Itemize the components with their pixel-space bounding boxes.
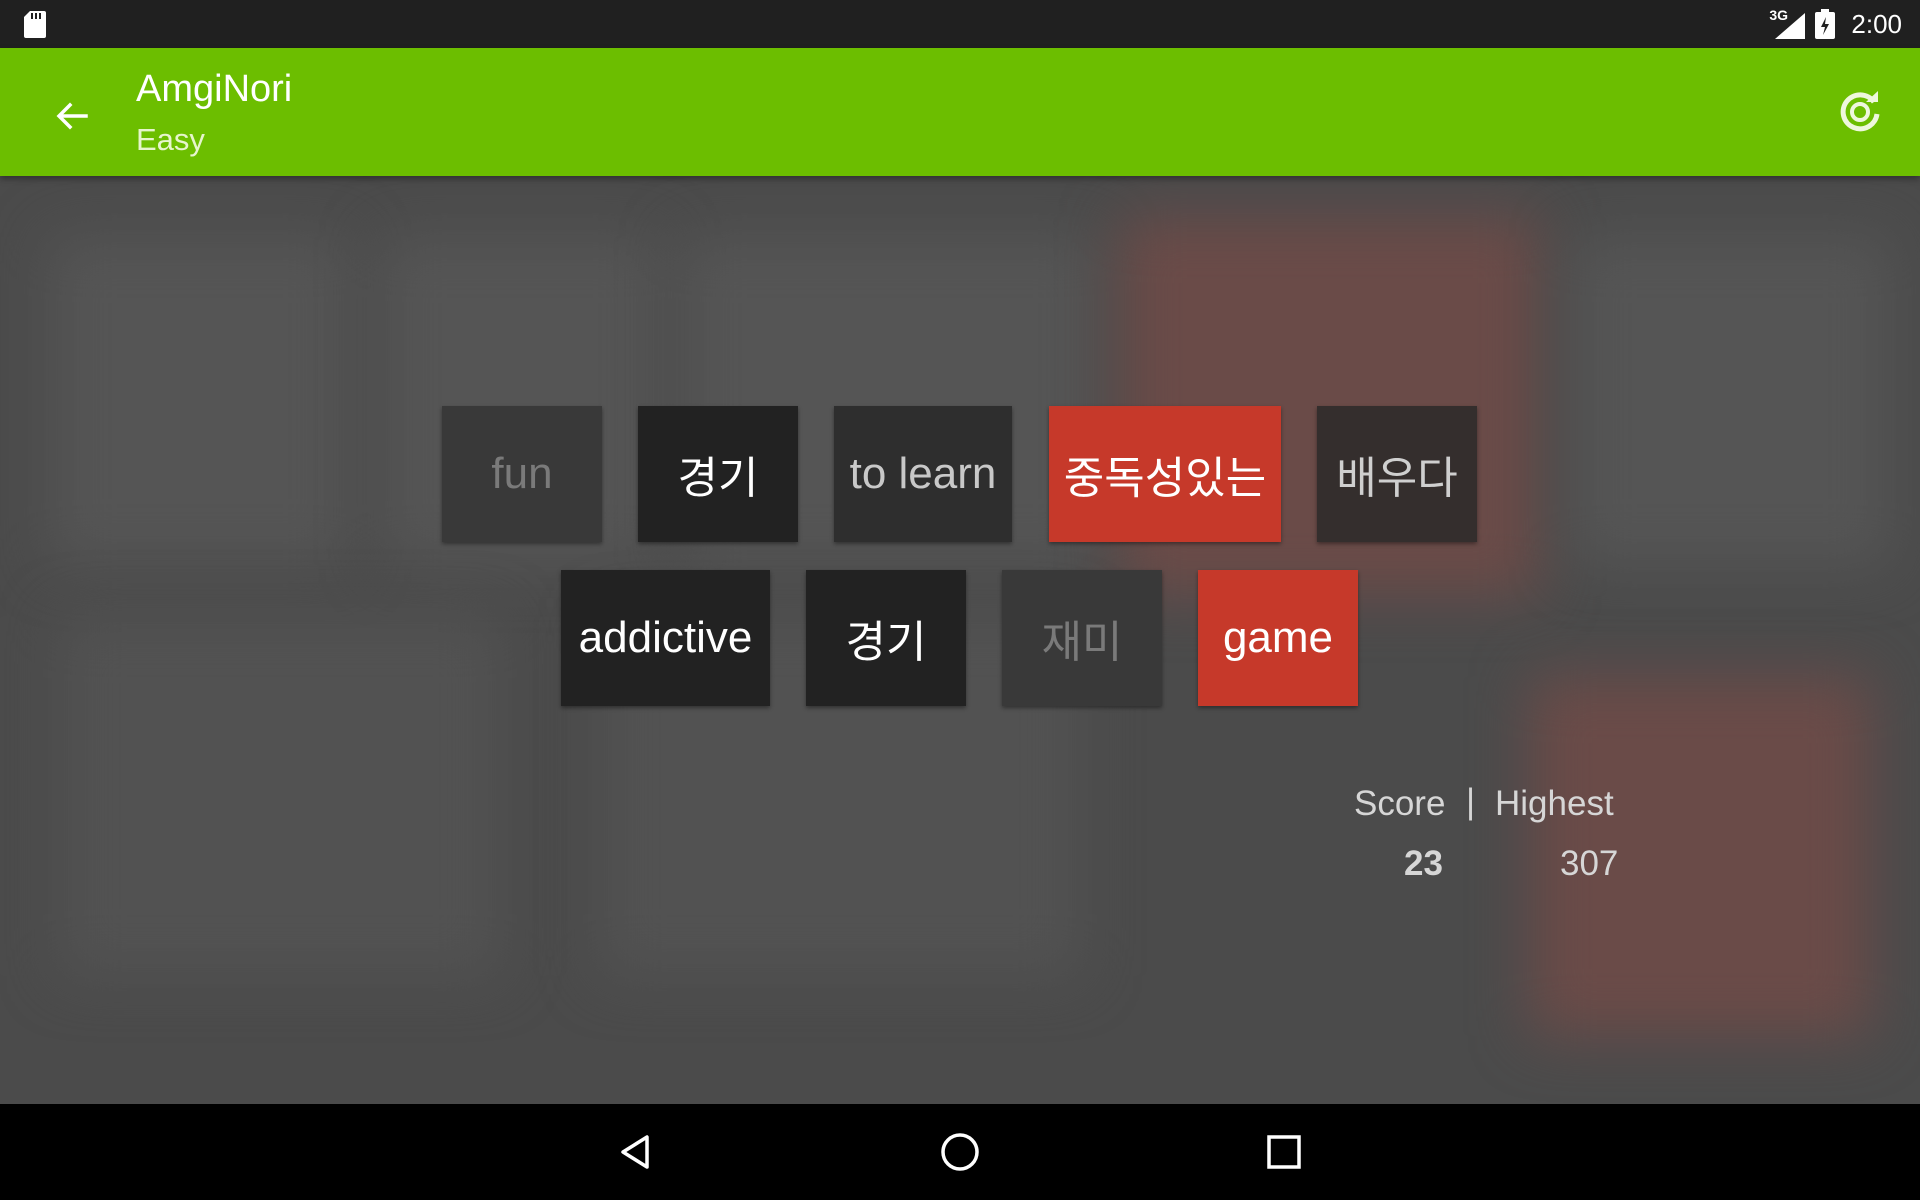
word-card[interactable]: 배우다 <box>1317 406 1477 542</box>
battery-charging-icon <box>1815 9 1836 39</box>
word-card[interactable]: 경기 <box>806 570 966 706</box>
background-blur-tile <box>50 236 350 566</box>
nav-recents-button[interactable] <box>1256 1124 1312 1180</box>
word-card-label: 경기 <box>845 618 927 667</box>
word-card[interactable]: 경기 <box>638 406 798 542</box>
nav-back-button[interactable] <box>608 1124 664 1180</box>
word-card-selected[interactable]: 중독성있는 <box>1049 406 1281 542</box>
app-title: AmgiNori <box>136 68 293 110</box>
app-bar: AmgiNori Easy <box>0 48 1920 176</box>
status-icons: 3G 2:00 <box>1769 0 1902 48</box>
refresh-icon <box>1840 91 1880 132</box>
word-card-label: fun <box>491 449 553 498</box>
navigation-bar <box>0 1104 1920 1200</box>
background-blur-tile <box>60 616 500 976</box>
word-card[interactable]: fun <box>442 406 602 542</box>
word-card-label: to learn <box>849 449 997 498</box>
word-card-label: 재미 <box>1041 618 1123 667</box>
word-card-label: game <box>1222 613 1334 662</box>
word-card[interactable]: addictive <box>561 570 770 706</box>
background-blur-tile <box>1570 236 1890 566</box>
clock: 2:00 <box>1851 8 1902 39</box>
word-card-label: 경기 <box>677 454 759 503</box>
nav-back-icon <box>621 1135 649 1169</box>
highest-label: Highest <box>1495 784 1614 823</box>
word-card[interactable]: 재미 <box>1002 570 1162 706</box>
word-card-selected[interactable]: game <box>1198 570 1358 706</box>
word-card-label: 배우다 <box>1336 454 1458 503</box>
word-card[interactable]: to learn <box>834 406 1012 542</box>
status-bar: 3G 2:00 <box>0 0 1920 48</box>
score-separator: | <box>1466 782 1476 821</box>
word-card-label: 중독성있는 <box>1063 454 1267 503</box>
refresh-button[interactable] <box>1832 84 1888 140</box>
sd-card-icon <box>24 11 46 38</box>
game-board: fun 경기 to learn 중독성있는 배우다 addictive 경기 재… <box>0 176 1920 1104</box>
arrow-back-icon <box>56 102 88 130</box>
app-subtitle: Easy <box>136 122 205 157</box>
nav-recents-icon <box>1267 1135 1301 1169</box>
word-card-label: addictive <box>578 613 753 662</box>
nav-home-icon <box>941 1133 979 1171</box>
back-button[interactable] <box>44 88 100 144</box>
signal-icon <box>1775 13 1806 39</box>
nav-home-button[interactable] <box>932 1124 988 1180</box>
signal-indicator: 3G <box>1769 7 1806 39</box>
score-label: Score <box>1354 784 1446 823</box>
score-value: 23 <box>1404 844 1443 883</box>
highest-value: 307 <box>1560 844 1619 883</box>
